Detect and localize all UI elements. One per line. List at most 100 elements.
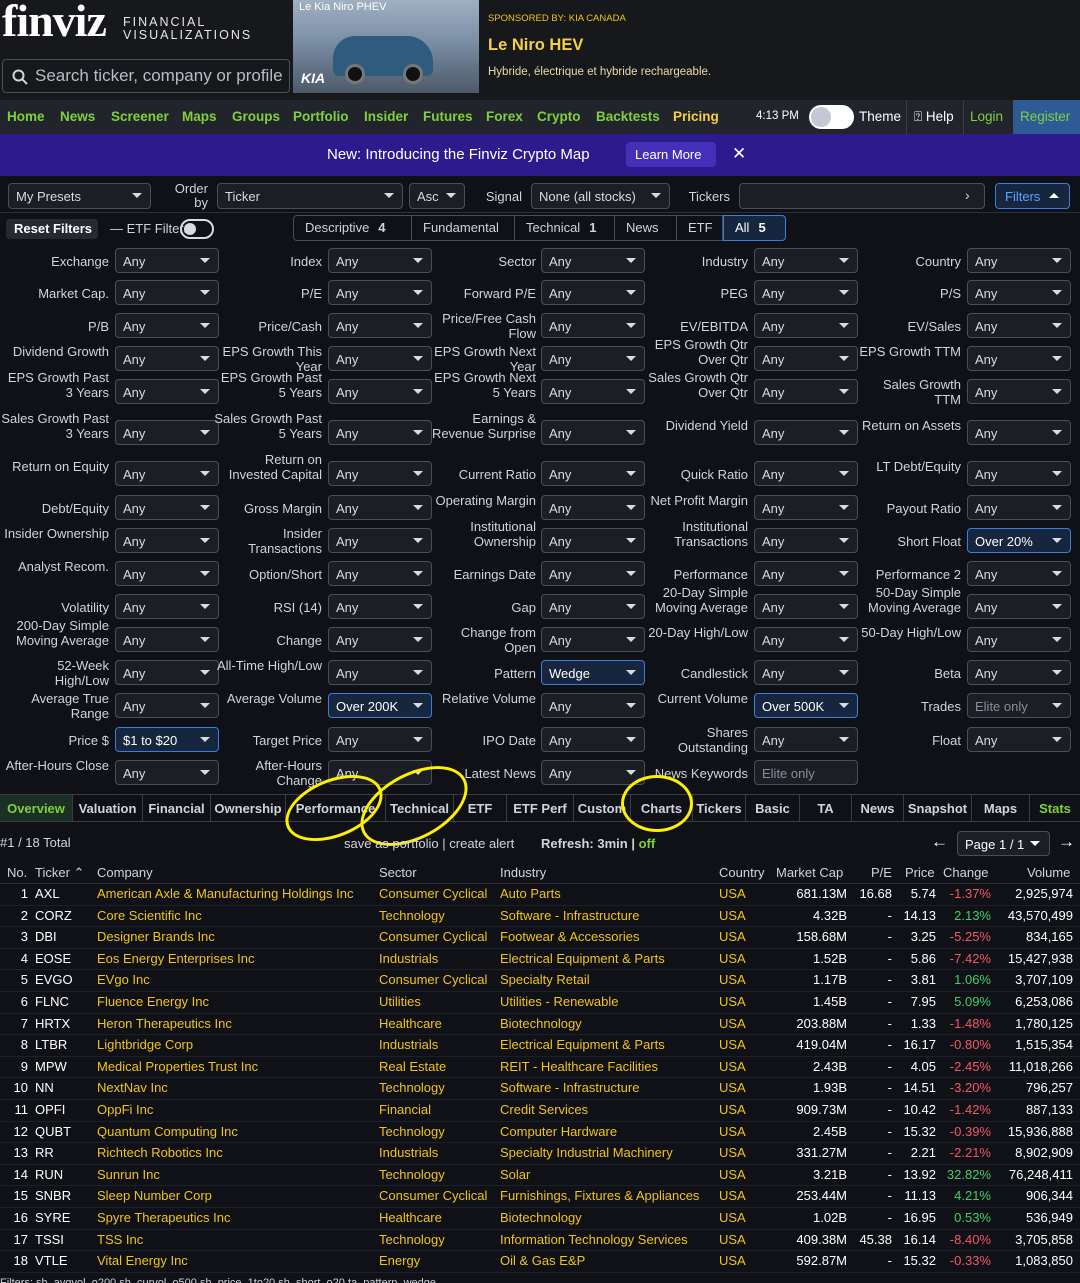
filter-select[interactable]: Any (328, 727, 432, 752)
country-link[interactable]: USA (719, 1145, 759, 1160)
filter-select[interactable]: Any (541, 495, 645, 520)
tab-news-view[interactable]: News (852, 795, 904, 821)
tickers-input[interactable] (739, 183, 985, 209)
sector-link[interactable]: Real Estate (379, 1059, 499, 1074)
filter-select[interactable]: Any (754, 461, 858, 486)
ticker-link[interactable]: SYRE (35, 1210, 95, 1225)
nav-insider[interactable]: Insider (364, 109, 408, 124)
industry-link[interactable]: Specialty Retail (500, 972, 715, 987)
filter-select[interactable]: Any (541, 461, 645, 486)
filter-select[interactable]: Any (754, 346, 858, 371)
filter-select[interactable]: Any (328, 495, 432, 520)
filter-select[interactable]: Any (328, 248, 432, 273)
sector-link[interactable]: Technology (379, 908, 499, 923)
sector-link[interactable]: Technology (379, 1232, 499, 1247)
sector-link[interactable]: Industrials (379, 1145, 499, 1160)
filter-select[interactable]: Over 500K (754, 693, 858, 718)
filter-select[interactable]: Any (541, 693, 645, 718)
col-pe[interactable]: P/E (871, 865, 892, 880)
filter-select[interactable]: Any (328, 660, 432, 685)
ticker-link[interactable]: NN (35, 1080, 95, 1095)
filter-select[interactable]: Any (967, 248, 1071, 273)
tab-etf-perf[interactable]: ETF Perf (507, 795, 574, 821)
filter-select[interactable]: Any (328, 420, 432, 445)
filter-select[interactable]: Any (541, 379, 645, 404)
filter-select[interactable]: Any (541, 313, 645, 338)
filter-select[interactable]: Any (115, 627, 219, 652)
table-row[interactable]: 10 NN NextNav Inc Technology Software - Infr… (0, 1078, 1080, 1100)
filter-select[interactable]: Any (115, 594, 219, 619)
filters-button[interactable]: Filters (995, 183, 1070, 209)
filter-select[interactable]: Any (115, 420, 219, 445)
country-link[interactable]: USA (719, 908, 759, 923)
table-row[interactable]: 9 MPW Medical Properties Trust Inc Real Est… (0, 1057, 1080, 1079)
filter-select[interactable]: Any (115, 528, 219, 553)
col-ticker[interactable]: Ticker ⌃ (35, 865, 84, 881)
ticker-link[interactable]: EVGO (35, 972, 95, 987)
filter-select[interactable]: Any (541, 727, 645, 752)
filter-select[interactable]: Any (967, 727, 1071, 752)
table-row[interactable]: 17 TSSI TSS Inc Technology Information Techn… (0, 1230, 1080, 1252)
filter-select[interactable]: Any (115, 461, 219, 486)
filter-select[interactable]: Any (967, 346, 1071, 371)
sector-link[interactable]: Consumer Cyclical (379, 972, 499, 987)
order-direction-select[interactable]: Asc (409, 183, 465, 209)
ticker-link[interactable]: LTBR (35, 1037, 95, 1052)
filter-select[interactable]: Any (754, 313, 858, 338)
country-link[interactable]: USA (719, 1016, 759, 1031)
company-link[interactable]: NextNav Inc (97, 1080, 377, 1095)
tab-news[interactable]: News (615, 216, 677, 240)
signal-select[interactable]: None (all stocks) (531, 183, 670, 209)
nav-crypto[interactable]: Crypto (537, 109, 581, 124)
country-link[interactable]: USA (719, 972, 759, 987)
company-link[interactable]: Vital Energy Inc (97, 1253, 377, 1268)
filter-select[interactable]: Any (967, 627, 1071, 652)
tab-snapshot[interactable]: Snapshot (904, 795, 972, 821)
filter-select[interactable]: Elite only (967, 693, 1071, 718)
page-select[interactable]: Page 1 / 1 (957, 831, 1050, 856)
filter-select[interactable]: Any (967, 660, 1071, 685)
company-link[interactable]: American Axle & Manufacturing Holdings I… (97, 886, 377, 901)
ticker-link[interactable]: RR (35, 1145, 95, 1160)
ticker-link[interactable]: DBI (35, 929, 95, 944)
country-link[interactable]: USA (719, 929, 759, 944)
table-row[interactable]: 11 OPFI OppFi Inc Financial Credit Services U… (0, 1100, 1080, 1122)
filter-select[interactable]: Any (115, 693, 219, 718)
country-link[interactable]: USA (719, 1253, 759, 1268)
col-volume[interactable]: Volume (1027, 865, 1070, 880)
tab-overview[interactable]: Overview (0, 795, 73, 821)
nav-news[interactable]: News (60, 109, 95, 124)
filter-select[interactable]: Any (541, 594, 645, 619)
industry-link[interactable]: Utilities - Renewable (500, 994, 715, 1009)
country-link[interactable]: USA (719, 1188, 759, 1203)
register-button[interactable]: Register (1013, 100, 1080, 134)
filter-select[interactable]: Any (754, 420, 858, 445)
tab-maps[interactable]: Maps (972, 795, 1030, 821)
ticker-link[interactable]: HRTX (35, 1016, 95, 1031)
tab-tickers[interactable]: Tickers (693, 795, 746, 821)
next-page-arrow-icon[interactable]: → (1058, 832, 1075, 852)
col-market-cap[interactable]: Market Cap (776, 865, 843, 880)
filter-select[interactable]: Any (541, 346, 645, 371)
industry-link[interactable]: Software - Infrastructure (500, 1080, 715, 1095)
industry-link[interactable]: Electrical Equipment & Parts (500, 951, 715, 966)
filter-select[interactable]: Any (115, 660, 219, 685)
country-link[interactable]: USA (719, 994, 759, 1009)
filter-select[interactable]: Any (115, 379, 219, 404)
filter-select[interactable]: Any (115, 561, 219, 586)
filter-select[interactable]: Any (754, 495, 858, 520)
nav-futures[interactable]: Futures (423, 109, 473, 124)
table-row[interactable]: 4 EOSE Eos Energy Enterprises Inc Industria… (0, 949, 1080, 971)
filter-select[interactable]: Any (328, 561, 432, 586)
filter-select[interactable]: Any (328, 379, 432, 404)
filter-select[interactable]: Over 200K (328, 693, 432, 718)
save-as-portfolio-link[interactable]: save as portfolio | create alert (344, 836, 514, 851)
nav-groups[interactable]: Groups (232, 109, 280, 124)
table-row[interactable]: 18 VTLE Vital Energy Inc Energy Oil & Gas E&… (0, 1251, 1080, 1273)
industry-link[interactable]: Biotechnology (500, 1210, 715, 1225)
ticker-link[interactable]: RUN (35, 1167, 95, 1182)
table-row[interactable]: 6 FLNC Fluence Energy Inc Utilities Utilitie… (0, 992, 1080, 1014)
ticker-link[interactable]: QUBT (35, 1124, 95, 1139)
filter-select[interactable]: Any (967, 379, 1071, 404)
ticker-link[interactable]: EOSE (35, 951, 95, 966)
